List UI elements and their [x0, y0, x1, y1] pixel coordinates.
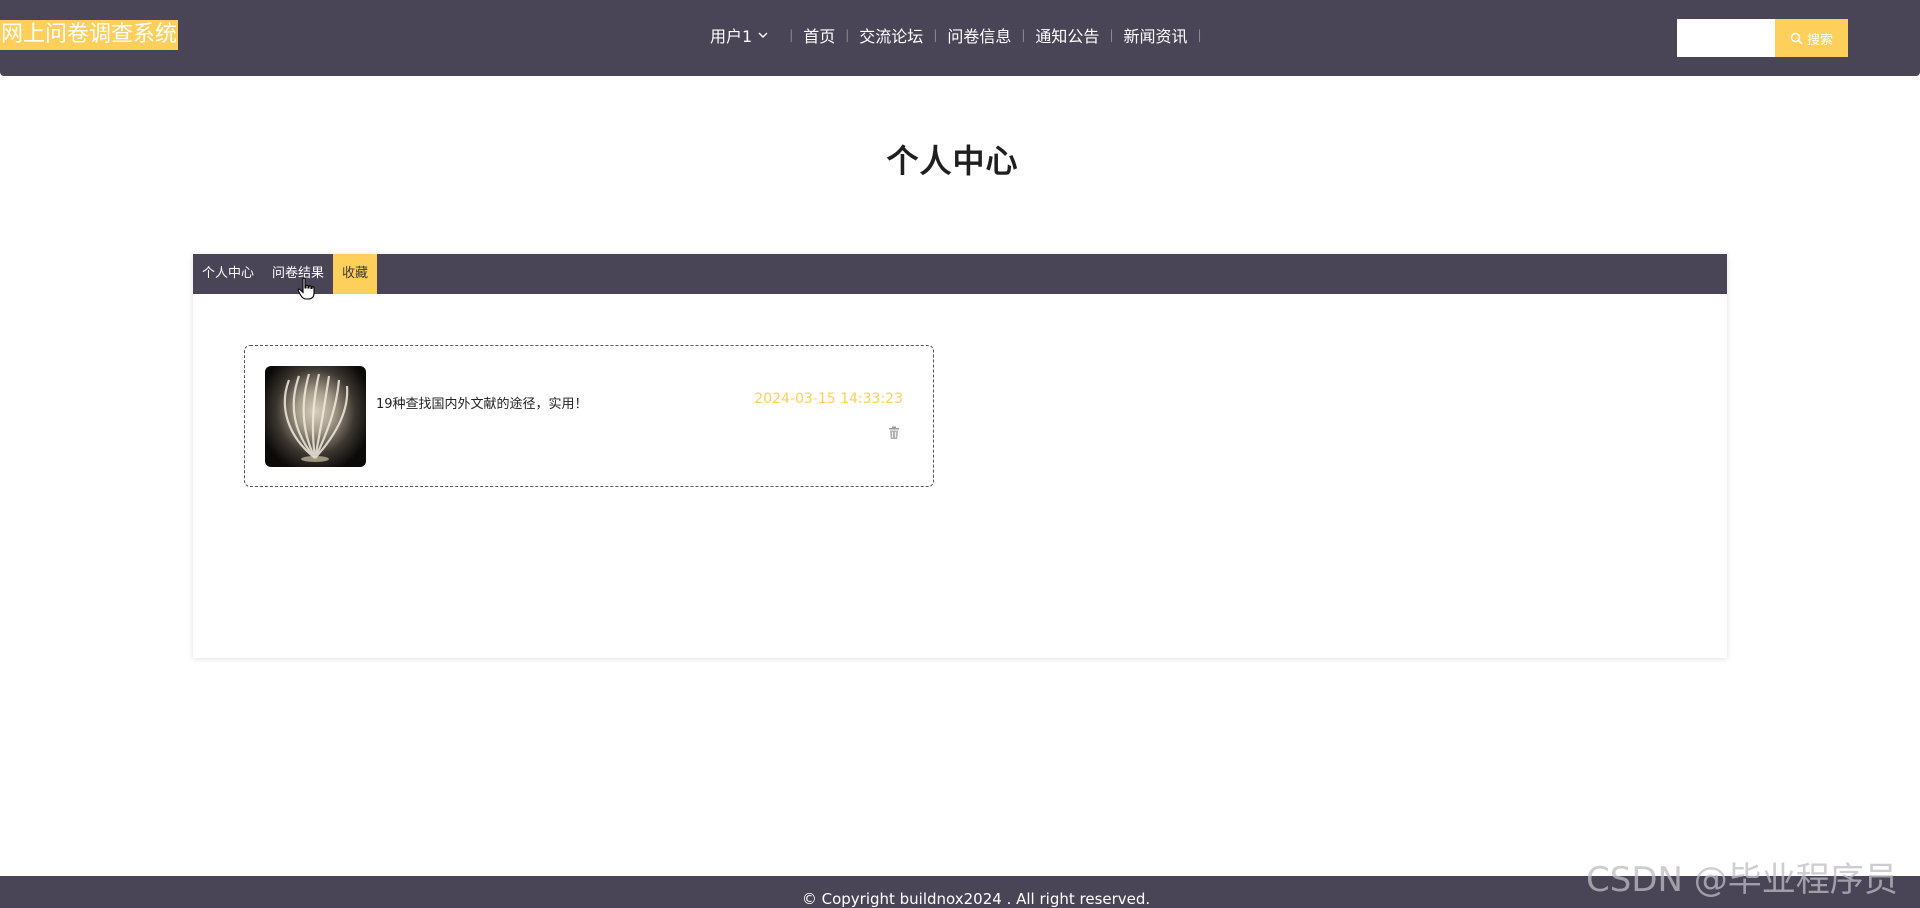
nav-item-notice[interactable]: 通知公告 — [1035, 23, 1099, 47]
favorite-thumbnail[interactable] — [265, 366, 366, 467]
top-navbar: 网上问卷调查系统 用户1 | 首页 | 交流论坛 | 问卷信息 | 通知公告 |… — [0, 0, 1920, 76]
chevron-down-icon — [758, 32, 768, 38]
site-logo[interactable]: 网上问卷调查系统 — [0, 20, 179, 50]
book-lamp-image — [283, 373, 349, 462]
favorite-date: 2024-03-15 14:33:23 — [754, 391, 903, 407]
user-menu-label: 用户1 — [710, 27, 753, 46]
nav-separator: | — [845, 28, 850, 42]
nav-item-forum[interactable]: 交流论坛 — [859, 23, 923, 47]
watermark: CSDN @毕业程序员 — [1586, 860, 1898, 900]
main-nav: 用户1 | 首页 | 交流论坛 | 问卷信息 | 通知公告 | 新闻资讯 | — [710, 22, 1212, 48]
nav-item-home[interactable]: 首页 — [803, 23, 835, 47]
tab-bar: 个人中心 问卷结果 收藏 — [193, 254, 1727, 294]
page-title: 个人中心 — [886, 142, 1019, 180]
user-center-panel: 个人中心 问卷结果 收藏 19种查找国内外文献的途径，实用！ 2024-03-1… — [193, 254, 1727, 658]
search-icon — [1790, 32, 1803, 45]
nav-separator: | — [933, 28, 938, 42]
nav-separator: | — [1021, 28, 1026, 42]
search-button-label: 搜索 — [1806, 31, 1833, 47]
tab-favorites[interactable]: 收藏 — [333, 254, 378, 294]
nav-separator: | — [1197, 28, 1202, 42]
nav-item-questionnaire[interactable]: 问卷信息 — [947, 23, 1011, 47]
user-menu[interactable]: 用户1 — [710, 23, 769, 47]
nav-separator: | — [1109, 28, 1114, 42]
search-bar: 搜索 — [1677, 19, 1848, 57]
favorite-item[interactable]: 19种查找国内外文献的途径，实用！ 2024-03-15 14:33:23 — [244, 345, 934, 487]
favorite-title[interactable]: 19种查找国内外文献的途径，实用！ — [376, 393, 588, 412]
nav-separator: | — [789, 28, 794, 42]
search-button[interactable]: 搜索 — [1775, 19, 1848, 57]
search-input[interactable] — [1677, 19, 1775, 57]
tab-personal-center[interactable]: 个人中心 — [193, 254, 263, 294]
nav-item-news[interactable]: 新闻资讯 — [1123, 23, 1187, 47]
tab-questionnaire-results[interactable]: 问卷结果 — [263, 254, 333, 294]
trash-icon[interactable] — [887, 426, 901, 440]
